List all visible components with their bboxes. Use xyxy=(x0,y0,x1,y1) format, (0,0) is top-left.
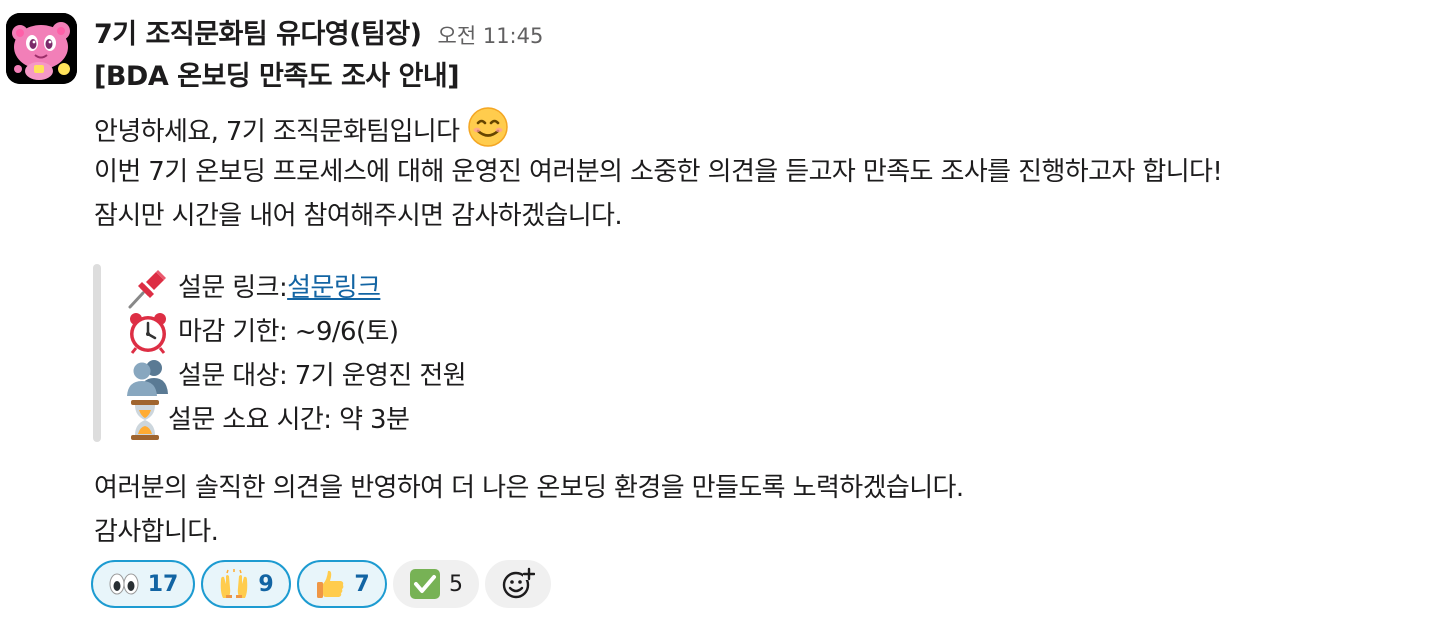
reaction-count: 17 xyxy=(147,571,179,597)
check-mark-button-icon xyxy=(409,568,441,600)
survey-link-line: 설문 링크: 설문링크 xyxy=(126,266,466,310)
thumbs-up-icon xyxy=(314,568,346,600)
deadline-text: 마감 기한: ~9/6(토) xyxy=(178,317,399,347)
intro-line-2: 이번 7기 온보딩 프로세스에 대해 운영진 여러분의 소중한 의견을 듣고자 … xyxy=(94,157,1223,187)
survey-link[interactable]: 설문링크 xyxy=(287,266,381,310)
alarm-clock-icon xyxy=(126,310,170,354)
reaction-count: 7 xyxy=(354,571,370,597)
closing-line-1: 여러분의 솔직한 의견을 반영하여 더 나은 온보딩 환경을 만들도록 노력하겠… xyxy=(94,473,964,503)
hourglass-icon xyxy=(126,398,164,442)
avatar[interactable] xyxy=(6,13,77,84)
raised-hands-icon xyxy=(218,568,250,600)
pink-character-icon xyxy=(6,13,77,84)
timestamp[interactable]: 오전 11:45 xyxy=(438,20,544,50)
message-title: [BDA 온보딩 만족도 조사 안내] xyxy=(94,61,460,92)
reaction-count: 9 xyxy=(258,571,274,597)
intro-paragraph: 안녕하세요, 7기 조직문화팀입니다 이번 7기 온보딩 프로세스에 대해 운영… xyxy=(94,106,1223,238)
add-reaction-button[interactable] xyxy=(485,560,551,608)
sender-name[interactable]: 7기 조직문화팀 유다영(팀장) xyxy=(94,12,422,51)
eyes-icon xyxy=(108,568,140,600)
reaction-thumbs-up[interactable]: 7 xyxy=(297,560,387,608)
add-reaction-icon xyxy=(501,567,535,601)
target-line: 설문 대상: 7기 운영진 전원 xyxy=(126,354,467,398)
survey-link-label: 설문 링크: xyxy=(178,273,288,303)
survey-details: 설문 링크: 설문링크 마감 기한: ~9/6(토) 설문 대상: 7기 운영진… xyxy=(126,266,467,442)
quote-bar xyxy=(93,264,101,442)
reactions-bar: 17 9 7 5 xyxy=(91,560,557,608)
reaction-count: 5 xyxy=(449,571,463,597)
pushpin-icon xyxy=(126,266,170,310)
reaction-check-mark[interactable]: 5 xyxy=(393,560,479,608)
deadline-line: 마감 기한: ~9/6(토) xyxy=(126,310,466,354)
reaction-eyes[interactable]: 17 xyxy=(91,560,195,608)
duration-line: 설문 소요 시간: 약 3분 xyxy=(126,398,466,442)
duration-text: 설문 소요 시간: 약 3분 xyxy=(168,405,410,435)
closing-line-2: 감사합니다. xyxy=(94,517,219,547)
intro-line-1-text: 안녕하세요, 7기 조직문화팀입니다 xyxy=(94,117,460,147)
target-text: 설문 대상: 7기 운영진 전원 xyxy=(178,361,467,391)
reaction-raised-hands[interactable]: 9 xyxy=(201,560,291,608)
intro-line-3: 잠시만 시간을 내어 참여해주시면 감사하겠습니다. xyxy=(94,201,623,231)
message-header: 7기 조직문화팀 유다영(팀장) 오전 11:45 xyxy=(94,12,544,51)
closing-paragraph: 여러분의 솔직한 의견을 반영하여 더 나은 온보딩 환경을 만들도록 노력하겠… xyxy=(94,466,964,554)
intro-line-1: 안녕하세요, 7기 조직문화팀입니다 xyxy=(94,106,1222,150)
busts-icon xyxy=(126,354,170,398)
slack-message: 7기 조직문화팀 유다영(팀장) 오전 11:45 [BDA 온보딩 만족도 조… xyxy=(0,0,1452,628)
